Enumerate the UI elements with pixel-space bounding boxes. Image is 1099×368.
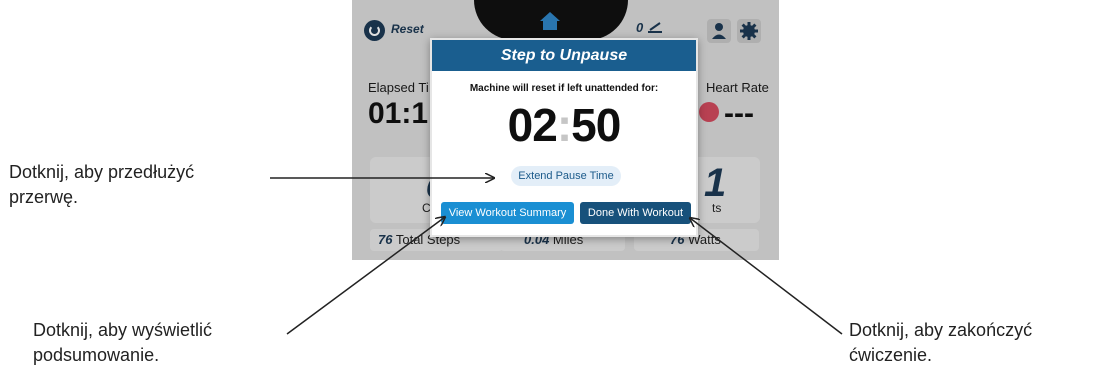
done-callout-line2: ćwiczenie.: [849, 345, 933, 365]
summary-callout-arrow: [286, 217, 445, 335]
extend-callout-line2: przerwę.: [9, 187, 79, 207]
done-callout: Dotknij, aby zakończyć ćwiczenie.: [849, 318, 1032, 368]
summary-callout-line2: podsumowanie.: [33, 345, 160, 365]
extend-callout: Dotknij, aby przedłużyć przerwę.: [9, 160, 194, 210]
summary-callout-line1: Dotknij, aby wyświetlić: [33, 320, 213, 340]
done-callout-arrow: [690, 218, 843, 335]
summary-callout: Dotknij, aby wyświetlić podsumowanie.: [33, 318, 212, 368]
extend-callout-line1: Dotknij, aby przedłużyć: [9, 162, 195, 182]
done-callout-line1: Dotknij, aby zakończyć: [849, 320, 1033, 340]
